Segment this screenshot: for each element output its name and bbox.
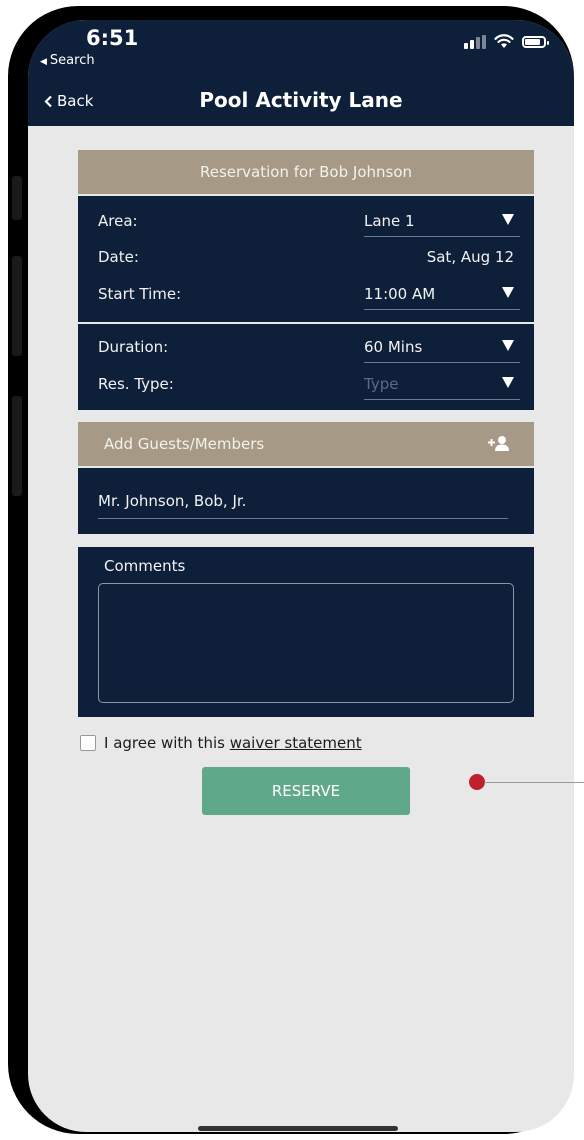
annotation-line (484, 782, 584, 783)
add-person-icon[interactable] (488, 435, 510, 451)
back-to-search-link[interactable]: ◀ Search (40, 53, 95, 68)
waiver-checkbox[interactable] (80, 735, 96, 751)
volume-up-button (12, 256, 22, 356)
waiver-row: I agree with this waiver statement (80, 734, 362, 752)
annotation-marker (469, 774, 485, 790)
mute-switch (12, 176, 22, 220)
res-type-placeholder: Type (364, 375, 399, 393)
reservation-details-box: Area: Lane 1 Date: Sat, Aug 12 Start Tim… (78, 196, 534, 322)
dropdown-caret-icon (502, 377, 514, 388)
duration-value: 60 Mins (364, 338, 423, 356)
back-triangle-icon: ◀ (40, 57, 47, 67)
app-screen: 6:51 ◀ Search Back Pool Activity Lane Re… (28, 20, 574, 1132)
start-time-value: 11:00 AM (364, 285, 436, 303)
start-time-dropdown[interactable]: 11:00 AM (364, 281, 520, 310)
volume-down-button (12, 396, 22, 496)
guest-divider (98, 518, 508, 519)
comments-label: Comments (104, 557, 186, 575)
phone-frame: 6:51 ◀ Search Back Pool Activity Lane Re… (8, 6, 574, 1134)
duration-dropdown[interactable]: 60 Mins (364, 334, 520, 363)
status-time: 6:51 (86, 26, 139, 50)
dropdown-caret-icon (502, 287, 514, 298)
reserve-button[interactable]: RESERVE (202, 767, 410, 815)
dropdown-caret-icon (502, 340, 514, 351)
add-guests-bar[interactable]: Add Guests/Members (78, 422, 534, 466)
duration-label: Duration: (98, 338, 169, 356)
duration-row: Duration: 60 Mins (98, 334, 520, 364)
page-title: Pool Activity Lane (199, 88, 403, 112)
start-time-row: Start Time: 11:00 AM (98, 281, 520, 311)
guest-list-item[interactable]: Mr. Johnson, Bob, Jr. (98, 492, 246, 510)
wifi-icon (494, 34, 514, 48)
date-value: Sat, Aug 12 (426, 248, 514, 266)
area-row: Area: Lane 1 (98, 208, 520, 238)
reservation-header: Reservation for Bob Johnson (78, 150, 534, 194)
comments-box: Comments (78, 547, 534, 717)
home-indicator (198, 1126, 398, 1131)
date-field: Sat, Aug 12 (364, 244, 520, 272)
res-type-dropdown[interactable]: Type (364, 371, 520, 400)
reservation-options-box: Duration: 60 Mins Res. Type: Type (78, 324, 534, 410)
date-row: Date: Sat, Aug 12 (98, 244, 520, 274)
guest-list-box: Mr. Johnson, Bob, Jr. (78, 468, 534, 534)
start-time-label: Start Time: (98, 285, 182, 303)
dropdown-caret-icon (502, 214, 514, 225)
waiver-prefix: I agree with this (104, 734, 225, 752)
area-value: Lane 1 (364, 212, 415, 230)
status-icons (464, 34, 549, 49)
reservation-header-text: Reservation for Bob Johnson (199, 163, 413, 181)
battery-icon (522, 35, 549, 48)
back-app-label: Search (49, 53, 95, 68)
waiver-statement-link[interactable]: waiver statement (230, 734, 362, 752)
comments-textarea[interactable] (98, 583, 514, 703)
area-label: Area: (98, 212, 138, 230)
date-label: Date: (98, 248, 139, 266)
add-guests-label: Add Guests/Members (104, 435, 265, 453)
res-type-row: Res. Type: Type (98, 371, 520, 401)
area-dropdown[interactable]: Lane 1 (364, 208, 520, 237)
signal-icon (464, 34, 486, 49)
res-type-label: Res. Type: (98, 375, 174, 393)
waiver-text: I agree with this waiver statement (104, 734, 362, 752)
nav-header: 6:51 ◀ Search Back Pool Activity Lane (28, 20, 574, 126)
